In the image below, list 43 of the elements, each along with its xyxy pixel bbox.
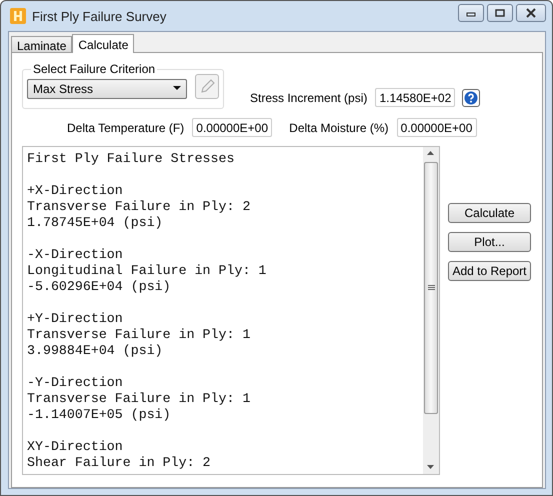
help-icon[interactable]	[462, 88, 480, 106]
action-button[interactable]: Add to Report	[448, 261, 531, 281]
action-button[interactable]: Calculate	[448, 203, 531, 223]
scroll-up-icon[interactable]	[427, 151, 435, 156]
pencil-icon	[199, 78, 216, 94]
text-line: Longitudinal Failure in Ply: 1	[27, 263, 266, 279]
text-line: 3.99884E+04 (psi)	[27, 343, 163, 359]
text-line: Shear Failure in Ply: 2	[27, 455, 211, 471]
text-line: -1.14007E+05 (psi)	[27, 407, 171, 423]
input-field[interactable]: 0.00000E+00	[192, 118, 272, 137]
text-line: Transverse Failure in Ply: 2	[27, 199, 250, 215]
scroll-down-icon[interactable]	[427, 465, 435, 470]
maximize-button[interactable]	[487, 4, 513, 22]
window-title: First Ply Failure Survey	[32, 8, 166, 24]
text-line: -5.60296E+04 (psi)	[27, 279, 171, 295]
text-line: 1.78745E+04 (psi)	[27, 215, 163, 231]
input-field[interactable]: 1.14580E+02	[375, 88, 456, 107]
text-line: Transverse Failure in Ply: 1	[27, 327, 250, 343]
app-icon	[10, 8, 26, 24]
field-label: Delta Moisture (%)	[289, 120, 389, 134]
text-line: +Y-Direction	[27, 311, 123, 327]
group-label: Select Failure Criterion	[31, 62, 158, 76]
tab[interactable]: Laminate	[11, 36, 72, 52]
text-line: Transverse Failure in Ply: 1	[27, 391, 250, 407]
text-line: +X-Direction	[27, 183, 123, 199]
text-line: XY-Direction	[27, 439, 123, 455]
tab[interactable]: Calculate	[72, 34, 134, 53]
text-line: -X-Direction	[27, 247, 123, 263]
close-button[interactable]	[516, 4, 546, 22]
grip-icon	[428, 285, 434, 291]
action-button[interactable]: Plot...	[448, 232, 531, 252]
field-label: Delta Temperature (F)	[67, 120, 184, 134]
input-field[interactable]: 0.00000E+00	[396, 118, 477, 137]
text-line: First Ply Failure Stresses	[27, 151, 234, 167]
close-icon	[525, 8, 537, 18]
scrollbar[interactable]	[423, 147, 439, 474]
caret-icon	[173, 86, 182, 91]
text-line: -Y-Direction	[27, 375, 123, 391]
field-label: Stress Increment (psi)	[250, 90, 368, 104]
criterion-dropdown[interactable]: Max Stress	[27, 78, 188, 98]
results-text-area[interactable]	[22, 146, 440, 475]
maximize-icon	[495, 9, 505, 17]
minimize-button[interactable]	[458, 4, 484, 22]
